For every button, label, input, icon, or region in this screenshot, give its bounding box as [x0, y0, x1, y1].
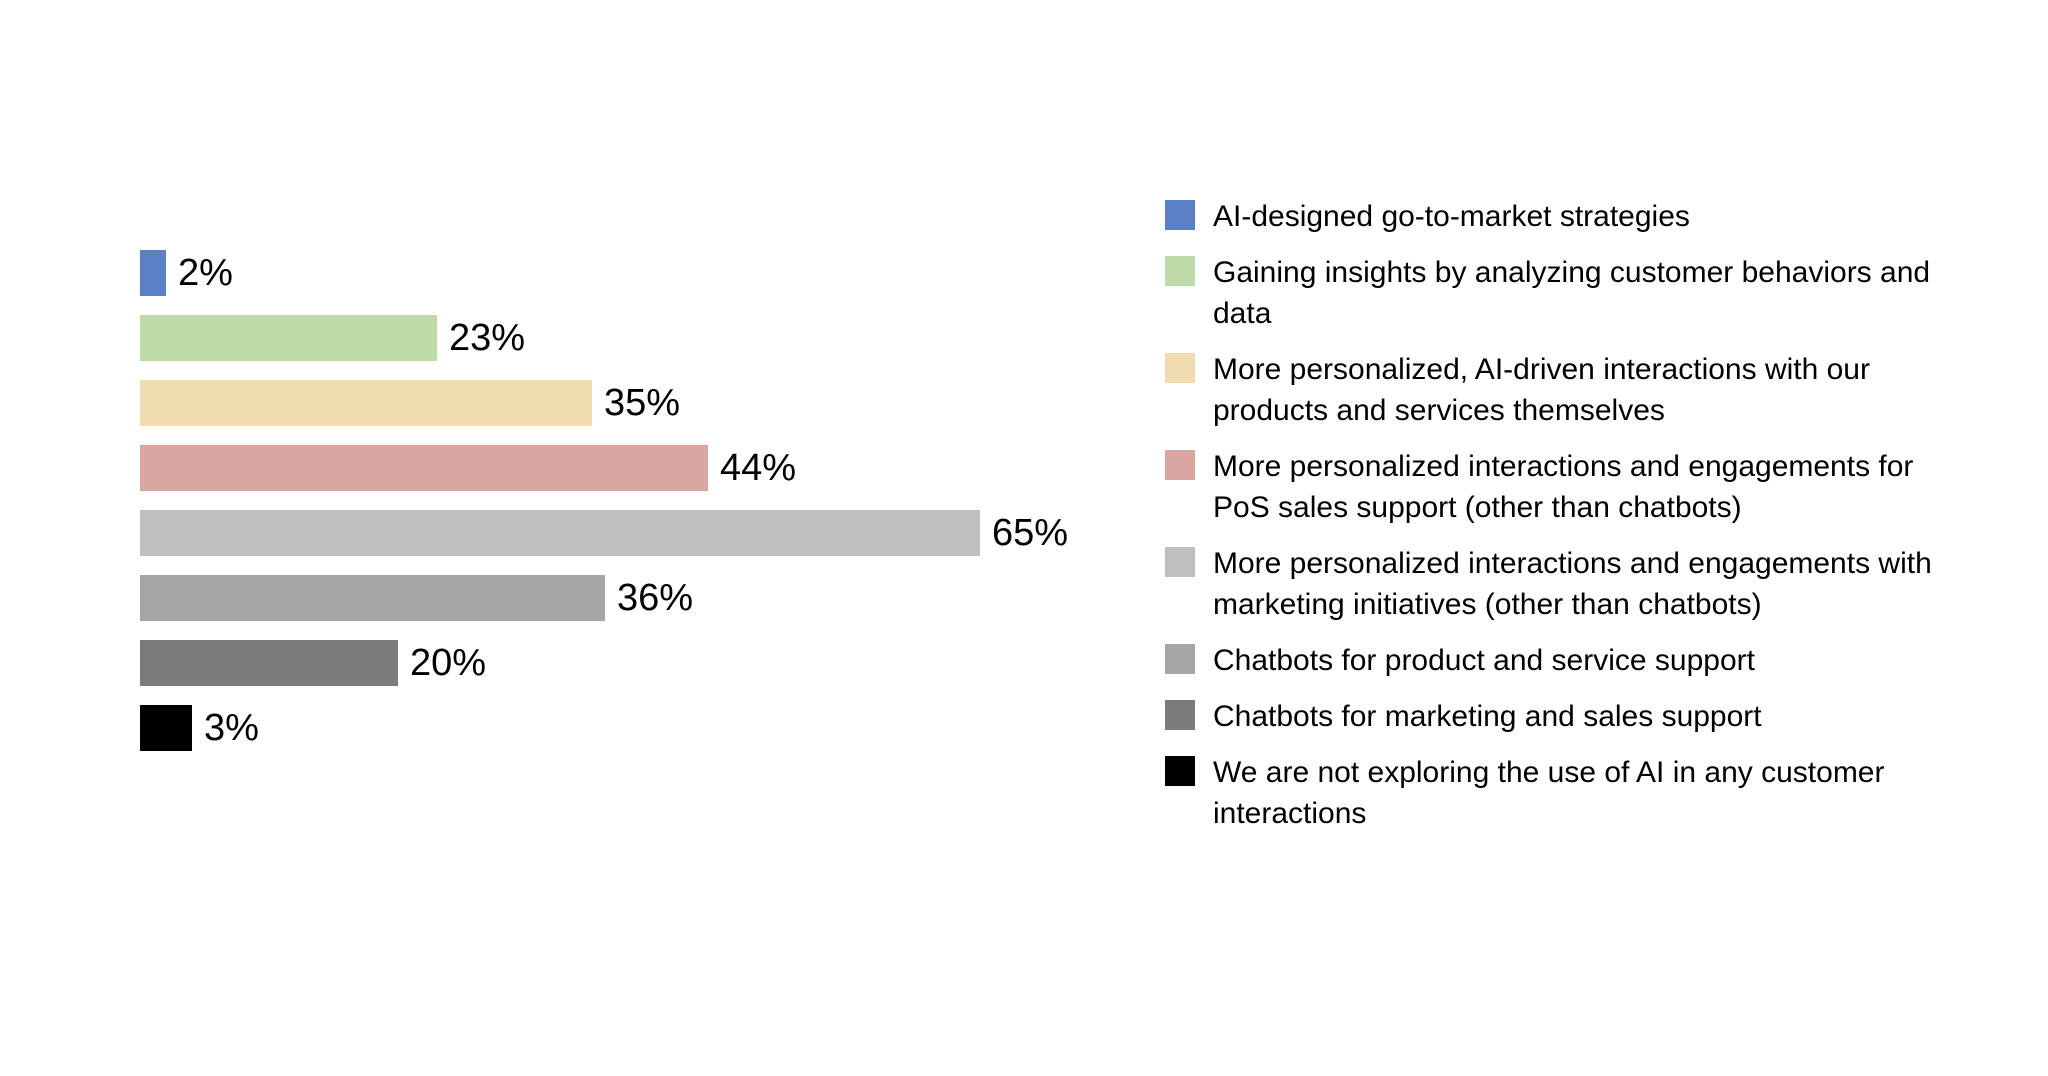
legend-item-label: Gaining insights by analyzing customer b…: [1213, 256, 1931, 330]
legend-swatch-icon: [1165, 756, 1195, 786]
bar-row: 23%: [140, 315, 525, 361]
legend-swatch-icon: [1165, 353, 1195, 383]
legend-item: Chatbots for marketing and sales support: [1165, 696, 1955, 737]
bar-segment: [140, 380, 592, 426]
bar-value-label: 36%: [617, 577, 694, 619]
legend-swatch-icon: [1165, 200, 1195, 230]
bar-segment: [140, 445, 708, 491]
bar-segment: [140, 510, 980, 556]
bar-segment: [140, 315, 437, 361]
legend-item-label: More personalized interactions and engag…: [1213, 450, 1914, 524]
legend-item: AI-designed go-to-market strategies: [1165, 196, 1955, 237]
legend-swatch-icon: [1165, 450, 1195, 480]
legend-item: More personalized interactions and engag…: [1165, 543, 1955, 625]
legend-item: More personalized interactions and engag…: [1165, 446, 1955, 528]
bar-segment: [140, 250, 166, 296]
legend-item: More personalized, AI-driven interaction…: [1165, 349, 1955, 431]
bar-row: 36%: [140, 575, 693, 621]
legend-item-label: Chatbots for marketing and sales support: [1213, 700, 1762, 733]
bar-row: 2%: [140, 250, 233, 296]
bar-row: 35%: [140, 380, 680, 426]
bar-value-label: 35%: [604, 382, 681, 424]
bar-value-label: 2%: [178, 252, 233, 294]
bar-row: 20%: [140, 640, 486, 686]
legend-item: We are not exploring the use of AI in an…: [1165, 752, 1955, 834]
bar-value-label: 20%: [410, 642, 487, 684]
bar-segment: [140, 640, 398, 686]
bar-row: 65%: [140, 510, 1068, 556]
legend-item-label: We are not exploring the use of AI in an…: [1213, 756, 1885, 830]
legend-item-label: More personalized, AI-driven interaction…: [1213, 353, 1870, 427]
bar-value-label: 65%: [992, 512, 1069, 554]
bar-segment: [140, 575, 605, 621]
chart-plot-area: 2% 23% 35% 44% 65% 36% 20% 3%: [140, 250, 1100, 770]
legend-item: Gaining insights by analyzing customer b…: [1165, 252, 1955, 334]
bar-value-label: 44%: [720, 447, 797, 489]
legend-item-label: AI-designed go-to-market strategies: [1213, 200, 1690, 233]
legend-item-label: More personalized interactions and engag…: [1213, 547, 1932, 621]
bar-row: 44%: [140, 445, 796, 491]
bar-row: 3%: [140, 705, 259, 751]
legend-swatch-icon: [1165, 547, 1195, 577]
legend-swatch-icon: [1165, 700, 1195, 730]
chart-legend: AI-designed go-to-market strategies Gaini…: [1165, 196, 1955, 849]
legend-item-label: Chatbots for product and service support: [1213, 644, 1755, 677]
legend-swatch-icon: [1165, 644, 1195, 674]
legend-swatch-icon: [1165, 256, 1195, 286]
bar-segment: [140, 705, 192, 751]
bar-value-label: 3%: [204, 707, 259, 749]
bar-value-label: 23%: [449, 317, 526, 359]
legend-item: Chatbots for product and service support: [1165, 640, 1955, 681]
